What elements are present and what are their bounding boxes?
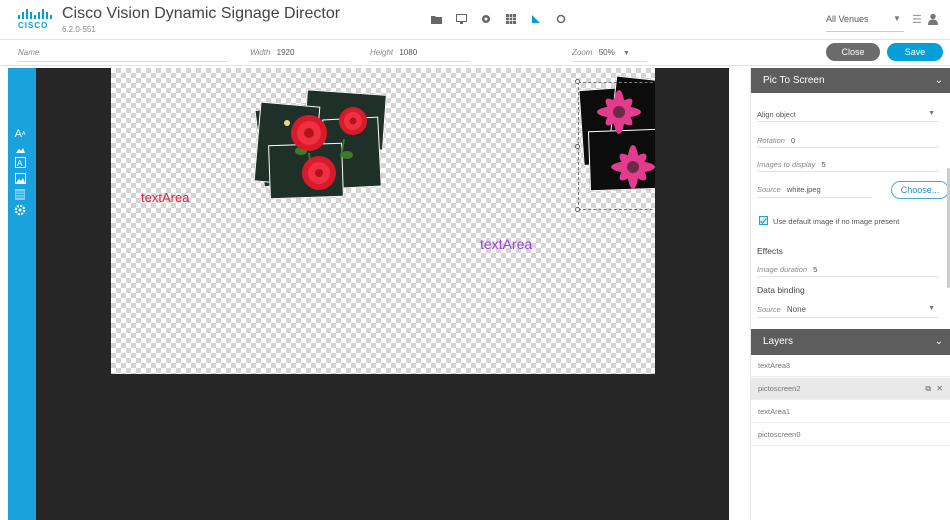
binding-underline [757, 317, 939, 318]
text-area-1[interactable]: textArea [141, 190, 189, 205]
duration-field[interactable]: Image duration 5 [757, 265, 939, 274]
ticker-tool-icon[interactable]: A [13, 156, 27, 168]
layer-item[interactable]: pictoscreen0 [751, 424, 950, 446]
name-underline [18, 61, 228, 62]
svg-text:A: A [17, 159, 23, 168]
default-image-checkbox[interactable] [759, 216, 768, 225]
user-icon[interactable] [928, 12, 938, 30]
settings-icon[interactable] [555, 13, 567, 25]
layer-item-active[interactable]: pictoscreen2 ⧉ ✕ [751, 378, 950, 400]
close-button[interactable]: Close [826, 43, 880, 61]
app-version: 6.2.0-551 [62, 25, 96, 34]
align-underline [757, 121, 939, 122]
chevron-down-icon: ▼ [622, 50, 630, 57]
app-title: Cisco Vision Dynamic Signage Director [62, 5, 341, 22]
source-value: white.jpeg [786, 185, 821, 194]
align-label: Align object [757, 110, 796, 119]
width-label: Width [250, 48, 271, 57]
properties-bar: Name Width 1920 Height 1080 Zoom 50% ▼ C… [0, 40, 950, 66]
logo-word: CISCO [18, 21, 49, 30]
toolbar [430, 13, 567, 25]
settings-tool-icon[interactable] [13, 204, 27, 216]
name-field[interactable]: Name [18, 48, 43, 57]
source-field[interactable]: Source white.jpeg [757, 185, 877, 194]
image-tool-icon[interactable] [13, 144, 27, 156]
duration-label: Image duration [757, 265, 808, 274]
zoom-select[interactable]: Zoom 50% ▼ [572, 48, 630, 57]
resize-handle[interactable] [575, 144, 580, 149]
selection-box[interactable] [578, 82, 655, 210]
red-dahlia-image [284, 107, 367, 190]
height-label: Height [370, 48, 394, 57]
app-header: CISCO Cisco Vision Dynamic Signage Direc… [0, 0, 950, 40]
width-field[interactable]: Width 1920 [250, 48, 294, 57]
panel-header[interactable]: Pic To Screen ⌄ [751, 68, 950, 93]
zoom-value: 50% [598, 48, 615, 57]
effects-heading: Effects [757, 246, 783, 256]
cisco-logo: CISCO [18, 9, 52, 33]
layer-item-label: pictoscreen2 [758, 384, 801, 393]
menu-icon[interactable]: ☰ [912, 13, 922, 26]
duration-underline [757, 276, 939, 277]
venue-select[interactable]: All Venues [826, 14, 869, 24]
chevron-down-icon[interactable]: ▼ [893, 14, 901, 23]
rotation-field[interactable]: Rotation 0 [757, 136, 939, 145]
layer-tools: ⧉ ✕ [925, 378, 943, 400]
pointer-icon[interactable] [530, 13, 542, 25]
monitor-icon[interactable] [455, 13, 467, 25]
rotation-underline [757, 147, 939, 148]
venue-underline [826, 31, 904, 32]
layers-title: Layers [763, 336, 794, 347]
width-value: 1920 [276, 48, 295, 57]
data-binding-heading: Data binding [757, 285, 805, 295]
layer-item[interactable]: textArea1 [751, 401, 950, 423]
zoom-label: Zoom [572, 48, 593, 57]
chevron-down-icon: ▼ [928, 110, 935, 117]
save-button[interactable]: Save [887, 43, 943, 61]
layers-header[interactable]: Layers ⌄ [751, 329, 950, 355]
chevron-down-icon[interactable]: ⌄ [935, 68, 943, 93]
binding-source-select[interactable]: Source None ▼ [757, 305, 939, 314]
images-field[interactable]: Images to display 5 [757, 160, 939, 169]
height-field[interactable]: Height 1080 [370, 48, 417, 57]
rotation-label: Rotation [757, 136, 785, 145]
panel-title: Pic To Screen [763, 75, 825, 86]
tool-strip: AA A [8, 68, 36, 520]
source-label: Source [757, 185, 781, 194]
close-icon[interactable]: ✕ [936, 384, 943, 393]
chevron-down-icon[interactable]: ⌄ [935, 329, 943, 355]
resize-handle[interactable] [575, 207, 580, 212]
images-value: 5 [821, 160, 826, 169]
source-underline [757, 197, 872, 198]
name-label: Name [18, 48, 40, 57]
duplicate-icon[interactable]: ⧉ [925, 384, 931, 393]
zoom-underline [572, 61, 647, 62]
width-underline [250, 61, 350, 62]
text-tool-icon[interactable]: AA [13, 128, 27, 140]
images-label: Images to display [757, 160, 816, 169]
images-underline [757, 171, 939, 172]
rotation-value: 0 [791, 136, 796, 145]
resize-handle[interactable] [575, 79, 580, 84]
duration-value: 5 [813, 265, 818, 274]
design-canvas[interactable]: textArea textArea [111, 68, 655, 374]
binding-source-value: None [786, 305, 806, 314]
grid-icon[interactable] [505, 13, 517, 25]
chevron-down-icon: ▼ [928, 305, 935, 312]
height-value: 1080 [399, 48, 418, 57]
height-underline [370, 61, 470, 62]
default-image-label: Use default image if no image present [773, 217, 900, 226]
properties-panel: Pic To Screen ⌄ Align object ▼ Rotation … [750, 68, 950, 520]
binding-source-label: Source [757, 305, 781, 314]
gear-icon[interactable] [480, 13, 492, 25]
text-area-3[interactable]: textArea [480, 236, 532, 252]
folder-icon[interactable] [430, 13, 442, 25]
list-tool-icon[interactable] [13, 188, 27, 200]
layer-item[interactable]: textArea3 [751, 355, 950, 377]
picture-tool-icon[interactable] [13, 172, 27, 184]
align-select[interactable]: Align object ▼ [757, 110, 939, 119]
choose-button[interactable]: Choose... [891, 181, 949, 199]
